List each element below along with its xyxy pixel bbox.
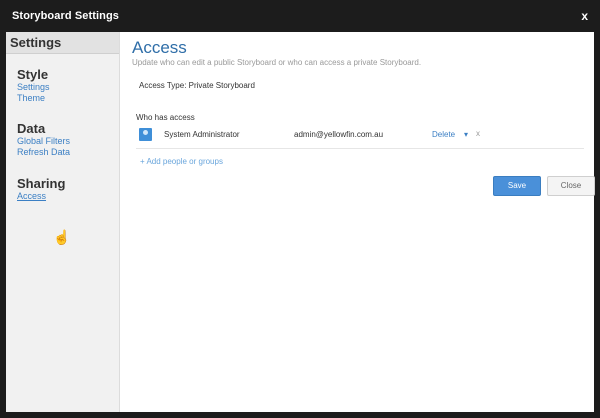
who-has-access-label: Who has access [136,113,195,122]
storyboard-settings-dialog: Storyboard Settings x Settings Style Set… [0,0,600,418]
sidebar-item-refresh-data[interactable]: Refresh Data [17,147,70,158]
sidebar-item-global-filters[interactable]: Global Filters [17,136,70,147]
close-button[interactable]: Close [547,176,595,196]
sidebar-group-sharing: Sharing Access [17,176,65,202]
role-select[interactable]: Delete [432,130,455,139]
user-name: System Administrator [164,130,240,139]
chevron-down-icon[interactable]: ▾ [464,130,468,139]
sidebar-group-title: Style [17,67,49,82]
access-row: System Administrator admin@yellowfin.com… [136,124,584,149]
page-subtitle: Update who can edit a public Storyboard … [132,58,422,67]
sidebar-item-settings[interactable]: Settings [17,82,50,93]
sidebar-group-title: Sharing [17,176,66,191]
dialog-title: Storyboard Settings [12,10,120,22]
add-people-link[interactable]: + Add people or groups [140,157,223,166]
remove-user-icon[interactable]: x [476,129,480,138]
sidebar-item-access[interactable]: Access [17,191,65,202]
sidebar-group-title: Data [17,121,46,136]
settings-sidebar: Settings Style Settings Theme Data Globa… [6,32,120,412]
access-type-text: Access Type: Private Storyboard [139,81,255,90]
sidebar-group-data: Data Global Filters Refresh Data [17,121,70,158]
access-panel: Access Update who can edit a public Stor… [132,32,595,412]
sidebar-group-style: Style Settings Theme [17,67,50,104]
page-title: Access [132,38,187,57]
sidebar-header: Settings [6,32,119,54]
save-button[interactable]: Save [493,176,541,196]
sidebar-item-theme[interactable]: Theme [17,93,50,104]
hand-pointer-icon: ☝ [53,229,71,245]
user-email: admin@yellowfin.com.au [294,130,384,139]
user-avatar-icon [139,128,152,141]
title-bar: Storyboard Settings x [6,0,594,32]
close-icon[interactable]: x [581,9,588,23]
